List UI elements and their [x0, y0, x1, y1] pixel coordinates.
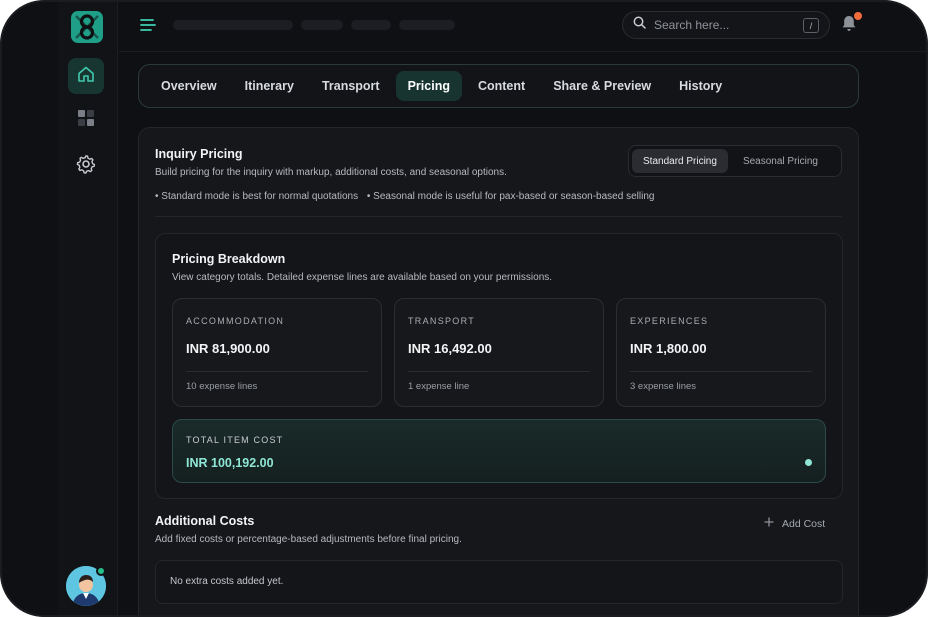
pricing-breakdown-subtitle: View category totals. Detailed expense l… [172, 272, 553, 283]
breadcrumb-redacted [399, 20, 455, 30]
inquiry-pricing-subtitle: Build pricing for the inquiry with marku… [155, 167, 507, 178]
category-label: EXPERIENCES [630, 316, 709, 326]
total-item-cost-card: TOTAL ITEM COST INR 100,192.00 [172, 419, 826, 483]
app-window: Search here... / Overview Itinerary Tran… [0, 0, 928, 617]
category-divider [186, 371, 368, 372]
breadcrumb-redacted [301, 20, 343, 30]
grid-icon [77, 109, 95, 132]
pricing-mode-toggle: Standard Pricing Seasonal Pricing [628, 145, 842, 177]
category-divider [408, 371, 590, 372]
category-card-experiences: EXPERIENCES INR 1,800.00 3 expense lines [616, 298, 826, 407]
inquiry-pricing-title: Inquiry Pricing [155, 147, 243, 161]
pricing-panel: Inquiry Pricing Build pricing for the in… [138, 127, 859, 617]
total-item-cost-label: TOTAL ITEM COST [186, 435, 284, 445]
category-expense-count: 3 expense lines [630, 381, 697, 392]
tab-transport[interactable]: Transport [310, 71, 392, 101]
settings-nav-button[interactable] [68, 148, 104, 184]
search-input[interactable]: Search here... [654, 18, 729, 32]
search-shortcut-key: / [803, 18, 819, 33]
category-card-transport: TRANSPORT INR 16,492.00 1 expense line [394, 298, 604, 407]
gear-icon [76, 154, 96, 179]
home-nav-button[interactable] [68, 58, 104, 94]
top-bar: Search here... / [119, 0, 928, 52]
tab-share-preview[interactable]: Share & Preview [541, 71, 663, 101]
empty-state-text: No extra costs added yet. [170, 576, 284, 587]
category-label: TRANSPORT [408, 316, 476, 326]
dashboard-nav-button[interactable] [68, 102, 104, 138]
home-icon [77, 65, 95, 88]
total-item-cost-value: INR 100,192.00 [186, 456, 274, 470]
pricing-mode-notes: • Standard mode is best for normal quota… [155, 191, 655, 202]
menu-icon[interactable] [139, 16, 157, 39]
online-status-indicator [96, 566, 106, 576]
tab-content[interactable]: Content [466, 71, 537, 101]
category-divider [630, 371, 812, 372]
search-icon [633, 16, 646, 34]
pricing-breakdown-title: Pricing Breakdown [172, 252, 286, 266]
notification-badge [854, 12, 862, 20]
category-total: INR 81,900.00 [186, 341, 270, 356]
seasonal-pricing-button[interactable]: Seasonal Pricing [732, 149, 829, 173]
additional-costs-title: Additional Costs [155, 514, 255, 528]
tab-history[interactable]: History [667, 71, 734, 101]
additional-costs-empty-state: No extra costs added yet. [155, 560, 843, 604]
category-total: INR 1,800.00 [630, 341, 707, 356]
standard-pricing-button[interactable]: Standard Pricing [632, 149, 728, 173]
section-divider [155, 216, 842, 217]
tab-overview[interactable]: Overview [149, 71, 229, 101]
add-cost-button[interactable]: Add Cost [764, 517, 825, 530]
category-expense-count: 1 expense line [408, 381, 470, 392]
brand-logo-icon[interactable] [70, 10, 104, 44]
section-tabs: Overview Itinerary Transport Pricing Con… [138, 64, 859, 108]
category-expense-count: 10 expense lines [186, 381, 258, 392]
tab-itinerary[interactable]: Itinerary [233, 71, 306, 101]
breadcrumb-redacted [351, 20, 391, 30]
tab-pricing[interactable]: Pricing [395, 71, 462, 101]
seasonal-mode-note: Seasonal mode is useful for pax-based or… [373, 191, 655, 202]
category-label: ACCOMMODATION [186, 316, 285, 326]
plus-icon [764, 517, 774, 530]
category-total: INR 16,492.00 [408, 341, 492, 356]
additional-costs-subtitle: Add fixed costs or percentage-based adju… [155, 534, 462, 545]
breadcrumb-redacted [173, 20, 293, 30]
add-cost-label: Add Cost [782, 517, 826, 530]
total-indicator-dot [805, 459, 812, 466]
standard-mode-note: Standard mode is best for normal quotati… [161, 191, 359, 202]
sidebar [58, 0, 118, 617]
pricing-breakdown-panel: Pricing Breakdown View category totals. … [155, 233, 843, 499]
category-card-accommodation: ACCOMMODATION INR 81,900.00 10 expense l… [172, 298, 382, 407]
search-bar[interactable]: Search here... / [622, 11, 830, 39]
